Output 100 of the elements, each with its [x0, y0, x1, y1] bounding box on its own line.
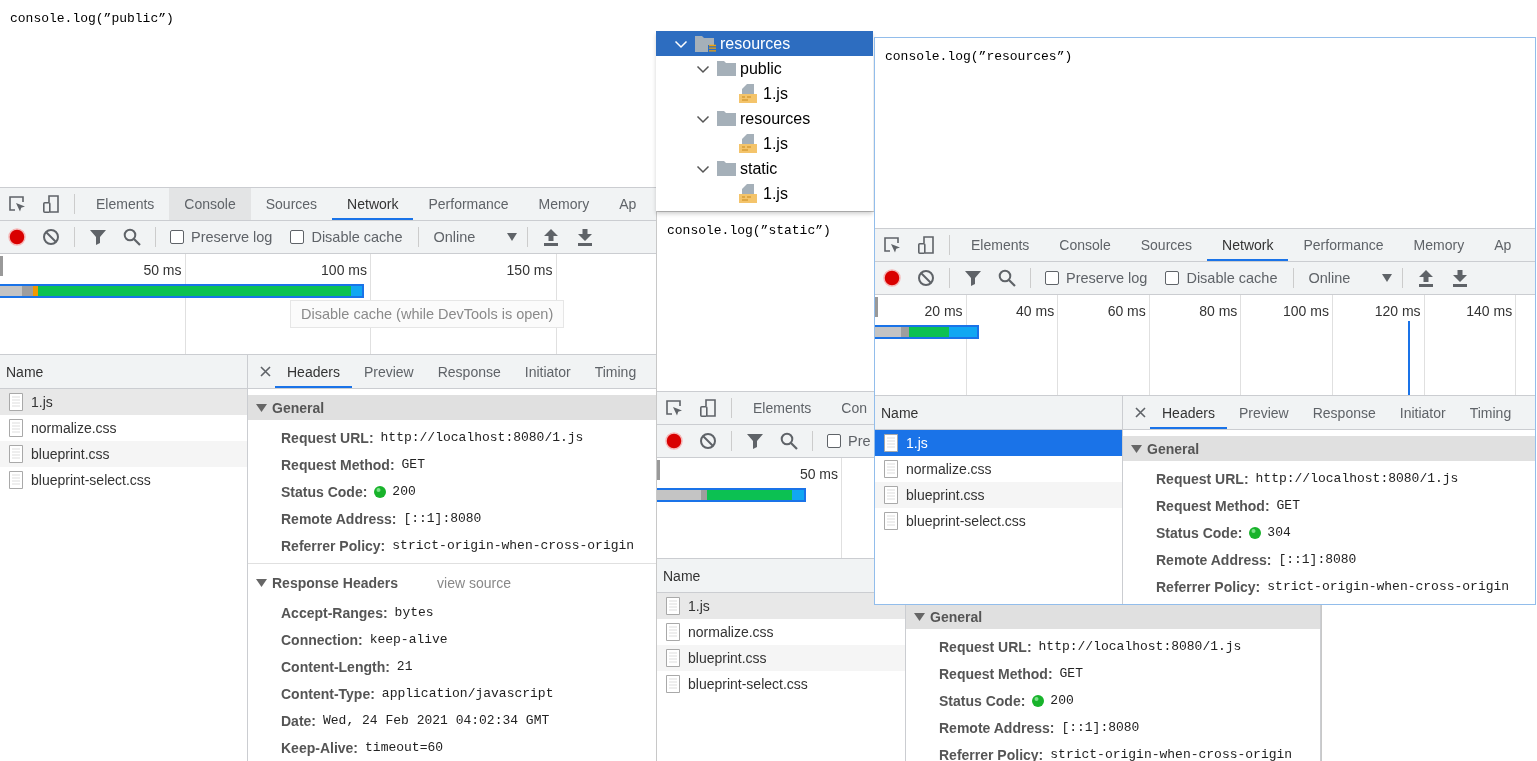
close-icon[interactable] — [260, 366, 271, 377]
tab[interactable]: Memory — [1398, 229, 1480, 261]
tree-item[interactable]: 1.js — [656, 131, 873, 156]
tab[interactable]: Elements — [956, 229, 1045, 261]
request-row[interactable]: blueprint.css — [657, 645, 905, 671]
section-header[interactable]: General — [1123, 436, 1535, 461]
header-value: GET — [1059, 666, 1083, 681]
upload-icon[interactable] — [543, 228, 560, 246]
header-value: 200 — [1050, 693, 1074, 708]
tab[interactable]: Timing — [582, 355, 649, 388]
tab[interactable]: Memory — [523, 188, 605, 220]
tab[interactable]: Elements — [81, 188, 170, 220]
tree-item[interactable]: resources — [656, 106, 873, 131]
clear-icon[interactable] — [917, 269, 935, 287]
device-icon[interactable] — [916, 235, 936, 255]
tab[interactable]: Sources — [250, 188, 333, 220]
close-icon[interactable] — [1135, 407, 1146, 418]
clear-icon[interactable] — [42, 228, 60, 246]
request-row[interactable]: 1.js — [657, 593, 905, 619]
filter-icon[interactable] — [746, 432, 764, 450]
tab[interactable]: Initiator — [512, 355, 583, 388]
throttling-select[interactable]: Online — [1300, 262, 1397, 294]
tab[interactable]: Preview — [351, 355, 426, 388]
tab[interactable]: Headers — [1150, 396, 1227, 429]
download-icon[interactable] — [577, 228, 594, 246]
tab[interactable]: Console — [1044, 229, 1126, 261]
file-icon — [9, 393, 23, 411]
search-icon[interactable] — [123, 228, 141, 246]
request-row[interactable]: normalize.css — [0, 415, 247, 441]
file-icon — [9, 471, 23, 489]
request-row[interactable]: blueprint-select.css — [875, 508, 1122, 534]
tab[interactable]: Console — [169, 188, 251, 220]
search-icon[interactable] — [998, 269, 1016, 287]
tab[interactable]: Response — [1300, 396, 1388, 429]
tree-item[interactable]: 1.js — [656, 81, 873, 106]
request-row[interactable]: normalize.css — [875, 456, 1122, 482]
upload-icon[interactable] — [1418, 269, 1435, 287]
tab[interactable]: Ap — [1479, 229, 1527, 261]
filter-icon[interactable] — [89, 228, 107, 246]
request-row[interactable]: 1.js — [0, 389, 247, 415]
request-row[interactable]: blueprint-select.css — [657, 671, 905, 697]
tab[interactable]: Timing — [1457, 396, 1524, 429]
tab[interactable]: Performance — [413, 188, 524, 220]
tab[interactable]: Response — [425, 355, 513, 388]
tab[interactable]: Elements — [738, 392, 827, 424]
checkbox[interactable] — [1165, 271, 1180, 285]
file-icon — [884, 512, 898, 530]
column-header[interactable]: Name — [881, 404, 919, 421]
request-row[interactable]: blueprint.css — [875, 482, 1122, 508]
file-icon — [739, 84, 759, 103]
inspect-icon[interactable] — [664, 398, 684, 418]
file-icon — [666, 675, 680, 693]
overview-handle[interactable] — [875, 297, 878, 317]
request-row[interactable]: blueprint-select.css — [0, 467, 247, 493]
tree-item[interactable]: 1.js — [656, 181, 873, 206]
section-header[interactable]: General — [248, 395, 656, 420]
request-row[interactable]: blueprint.css — [0, 441, 247, 467]
tick-label: 100 ms — [321, 262, 367, 278]
file-icon — [9, 419, 23, 437]
tab[interactable]: Headers — [275, 355, 352, 388]
download-icon[interactable] — [1452, 269, 1469, 287]
overview-handle[interactable] — [657, 460, 660, 480]
search-icon[interactable] — [780, 432, 798, 450]
throttling-select[interactable]: Online — [425, 221, 522, 253]
device-icon[interactable] — [41, 194, 61, 214]
column-header[interactable]: Name — [663, 567, 701, 584]
request-row[interactable]: normalize.css — [657, 619, 905, 645]
header-value: [::1]:8080 — [1061, 720, 1140, 735]
tab[interactable]: Preview — [1226, 396, 1301, 429]
inspect-icon[interactable] — [7, 194, 27, 214]
tab[interactable]: Initiator — [1387, 396, 1458, 429]
tree-item[interactable]: resources — [656, 31, 873, 56]
view-source-link[interactable]: view source — [437, 574, 511, 591]
tab[interactable]: Sources — [1125, 229, 1208, 261]
section-header[interactable]: Response Headers view source — [248, 570, 656, 595]
tab[interactable]: Con — [826, 392, 868, 424]
tree-item[interactable]: static — [656, 156, 873, 181]
tick-label: 50 ms — [799, 466, 838, 482]
tab[interactable]: Ap — [604, 188, 652, 220]
tick-label: 20 ms — [924, 303, 963, 319]
record-icon[interactable] — [882, 268, 902, 288]
record-icon[interactable] — [664, 431, 684, 451]
header-value: http://localhost:8080/1.js — [380, 430, 584, 445]
checkbox[interactable] — [290, 230, 305, 244]
tick-label: 150 ms — [506, 262, 553, 278]
tab[interactable]: Performance — [1288, 229, 1399, 261]
filter-icon[interactable] — [964, 269, 982, 287]
header-name: Remote Address: — [281, 510, 397, 527]
request-row[interactable]: 1.js — [875, 430, 1122, 456]
clear-icon[interactable] — [699, 432, 717, 450]
section-header[interactable]: General — [906, 604, 1320, 629]
tree-item[interactable]: public — [656, 56, 873, 81]
column-header[interactable]: Name — [6, 363, 44, 380]
inspect-icon[interactable] — [882, 235, 902, 255]
overview-handle[interactable] — [0, 256, 3, 276]
device-icon[interactable] — [698, 398, 718, 418]
checkbox[interactable] — [827, 434, 841, 448]
record-icon[interactable] — [7, 227, 27, 247]
checkbox[interactable] — [170, 230, 184, 244]
checkbox[interactable] — [1045, 271, 1059, 285]
